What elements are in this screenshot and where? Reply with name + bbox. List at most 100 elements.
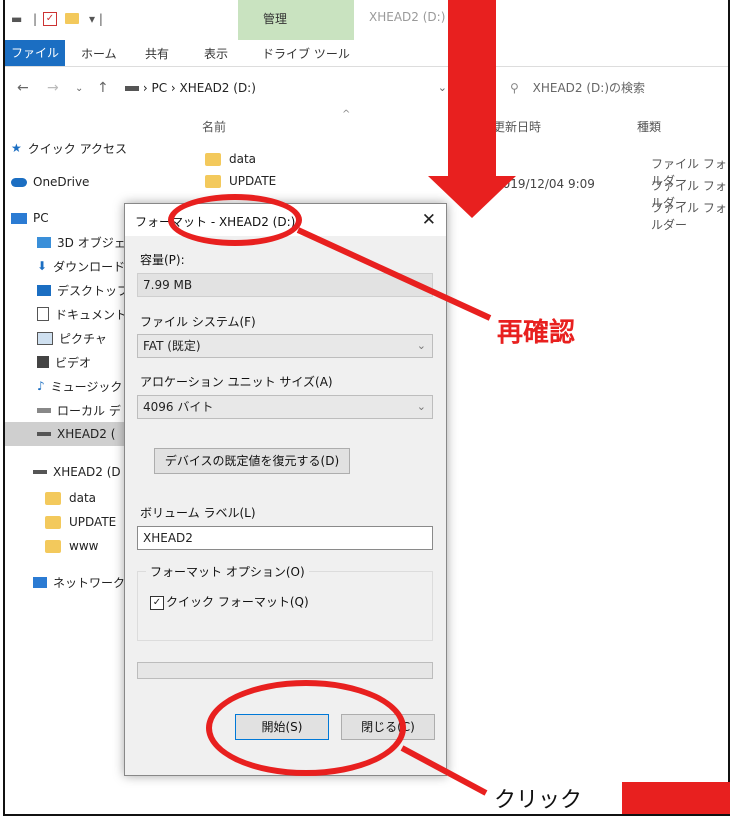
window-title: XHEAD2 (D:): [369, 10, 446, 24]
nav-desktop[interactable]: デスクトップ: [37, 278, 129, 302]
nav-3d-objects[interactable]: 3D オブジェ: [37, 230, 126, 254]
search-icon: ⚲: [510, 81, 519, 95]
nav-label: 3D オブジェ: [57, 235, 126, 250]
pc-icon: [11, 212, 27, 224]
title-bar: ▬ | ✓ ▾ | 管理 XHEAD2 (D:): [5, 0, 728, 40]
network-icon: [33, 576, 47, 588]
nav-folder-data[interactable]: data: [45, 486, 96, 510]
screenshot-frame: ▬ | ✓ ▾ | 管理 XHEAD2 (D:) ファイル ホーム 共有 表示 …: [0, 0, 733, 816]
file-name: data: [229, 152, 257, 166]
file-row-update[interactable]: UPDATE: [205, 174, 276, 188]
recent-chevron-icon[interactable]: ⌄: [75, 83, 83, 94]
drive-icon: [33, 470, 47, 474]
search-placeholder: XHEAD2 (D:)の検索: [532, 81, 645, 95]
chevron-down-icon: ⌄: [416, 400, 426, 413]
forward-arrow-icon[interactable]: →: [47, 80, 59, 96]
nav-quick-access[interactable]: ★ クイック アクセス: [11, 136, 127, 160]
column-type[interactable]: 種類: [637, 118, 661, 135]
format-progress-bar: [137, 662, 433, 679]
drive-icon: [37, 432, 51, 436]
column-modified[interactable]: 更新日時: [493, 118, 541, 135]
folder-icon: [205, 152, 221, 166]
nav-folder-www[interactable]: www: [45, 534, 98, 558]
desktop-icon: [37, 284, 51, 296]
breadcrumb-pc[interactable]: PC: [151, 81, 167, 95]
volume-label-label: ボリューム ラベル(L): [140, 506, 256, 520]
nav-folder-update[interactable]: UPDATE: [45, 510, 116, 534]
up-arrow-icon[interactable]: ↑: [97, 80, 109, 96]
volume-label-value: XHEAD2: [143, 531, 193, 545]
title-highlight-ellipse: [168, 194, 302, 246]
nav-label: XHEAD2 (D: [53, 465, 121, 479]
nav-downloads[interactable]: ⬇ ダウンロード: [37, 254, 125, 278]
nav-xhead2-drive[interactable]: XHEAD2 (D: [33, 460, 121, 484]
nav-label: デスクトップ: [57, 283, 130, 298]
context-tab-band: [238, 0, 354, 40]
column-name[interactable]: 名前: [202, 118, 226, 135]
nav-local-disk[interactable]: ローカル デ: [37, 398, 121, 422]
nav-label: ドキュメント: [55, 307, 128, 322]
folder-icon: [45, 539, 61, 553]
address-bar[interactable]: › PC › XHEAD2 (D:) ⌄: [125, 76, 453, 100]
nav-music[interactable]: ♪ ミュージック: [37, 374, 122, 398]
capacity-value: 7.99 MB: [143, 278, 193, 292]
breadcrumb-drive[interactable]: XHEAD2 (D:): [180, 81, 256, 95]
sort-indicator-icon: ^: [342, 109, 351, 120]
file-system-select[interactable]: FAT (既定) ⌄: [137, 334, 433, 358]
file-system-label: ファイル システム(F): [140, 315, 256, 329]
quick-format-checkbox[interactable]: ✓: [150, 596, 164, 610]
address-row: ← → ⌄ ↑ › PC › XHEAD2 (D:) ⌄ ⚲ XHEAD2 (D…: [5, 72, 728, 104]
nav-network[interactable]: ネットワーク: [33, 570, 125, 594]
nav-label: data: [69, 491, 97, 505]
quick-format-label[interactable]: クイック フォーマット(Q): [166, 593, 309, 610]
nav-pc[interactable]: PC: [11, 206, 49, 230]
click-annotation: クリック: [494, 788, 583, 813]
nav-videos[interactable]: ビデオ: [37, 350, 91, 374]
tab-drive-tools[interactable]: ドライブ ツール: [262, 45, 350, 62]
file-row-data[interactable]: data: [205, 152, 256, 166]
nav-label: OneDrive: [33, 175, 90, 189]
nav-onedrive[interactable]: OneDrive: [11, 170, 89, 194]
capacity-label: 容量(P):: [140, 253, 185, 267]
separator: |: [33, 12, 38, 26]
nav-label: www: [69, 539, 99, 553]
nav-label: XHEAD2 (: [57, 427, 116, 441]
tab-home[interactable]: ホーム: [81, 45, 117, 62]
red-bar-annotation: [622, 782, 730, 814]
tab-view[interactable]: 表示: [204, 45, 228, 62]
properties-icon[interactable]: ✓: [43, 12, 57, 26]
nav-label: ビデオ: [55, 355, 92, 370]
restore-defaults-button[interactable]: デバイスの既定値を復元する(D): [154, 448, 350, 474]
tab-file[interactable]: ファイル: [5, 40, 65, 66]
star-icon: ★: [11, 141, 22, 155]
nav-label: ローカル デ: [57, 403, 121, 418]
back-arrow-icon[interactable]: ←: [17, 80, 29, 96]
tab-share[interactable]: 共有: [145, 45, 169, 62]
nav-label: ミュージック: [50, 379, 123, 394]
folder-icon: [45, 515, 61, 529]
document-icon: [37, 307, 49, 321]
search-box[interactable]: ⚲ XHEAD2 (D:)の検索: [479, 76, 733, 100]
allocation-size-label: アロケーション ユニット サイズ(A): [140, 375, 333, 389]
cloud-icon: [11, 177, 27, 187]
new-folder-icon[interactable]: [65, 13, 79, 27]
reconfirm-annotation: 再確認: [497, 318, 576, 348]
folder-icon: [45, 491, 61, 505]
customize-qat-icon[interactable]: ▾ |: [89, 12, 103, 26]
drive-icon: [125, 86, 139, 91]
chevron-down-icon[interactable]: ⌄: [438, 76, 447, 100]
window-menu-icon[interactable]: ▬: [11, 12, 22, 26]
nav-label: ダウンロード: [53, 259, 126, 274]
capacity-field: 7.99 MB: [137, 273, 433, 297]
nav-documents[interactable]: ドキュメント: [37, 302, 127, 326]
allocation-size-select[interactable]: 4096 バイト ⌄: [137, 395, 433, 419]
download-icon: ⬇: [37, 259, 48, 273]
nav-label: ピクチャ: [59, 331, 107, 346]
nav-label: PC: [33, 211, 49, 225]
ribbon-tabs: ファイル ホーム 共有 表示 ドライブ ツール: [5, 40, 728, 67]
breadcrumb-sep: ›: [170, 81, 180, 95]
file-system-value: FAT (既定): [143, 339, 201, 353]
volume-label-input[interactable]: XHEAD2: [137, 526, 433, 550]
nav-pictures[interactable]: ピクチャ: [37, 326, 107, 350]
file-type: ファイル フォルダー: [651, 201, 727, 232]
